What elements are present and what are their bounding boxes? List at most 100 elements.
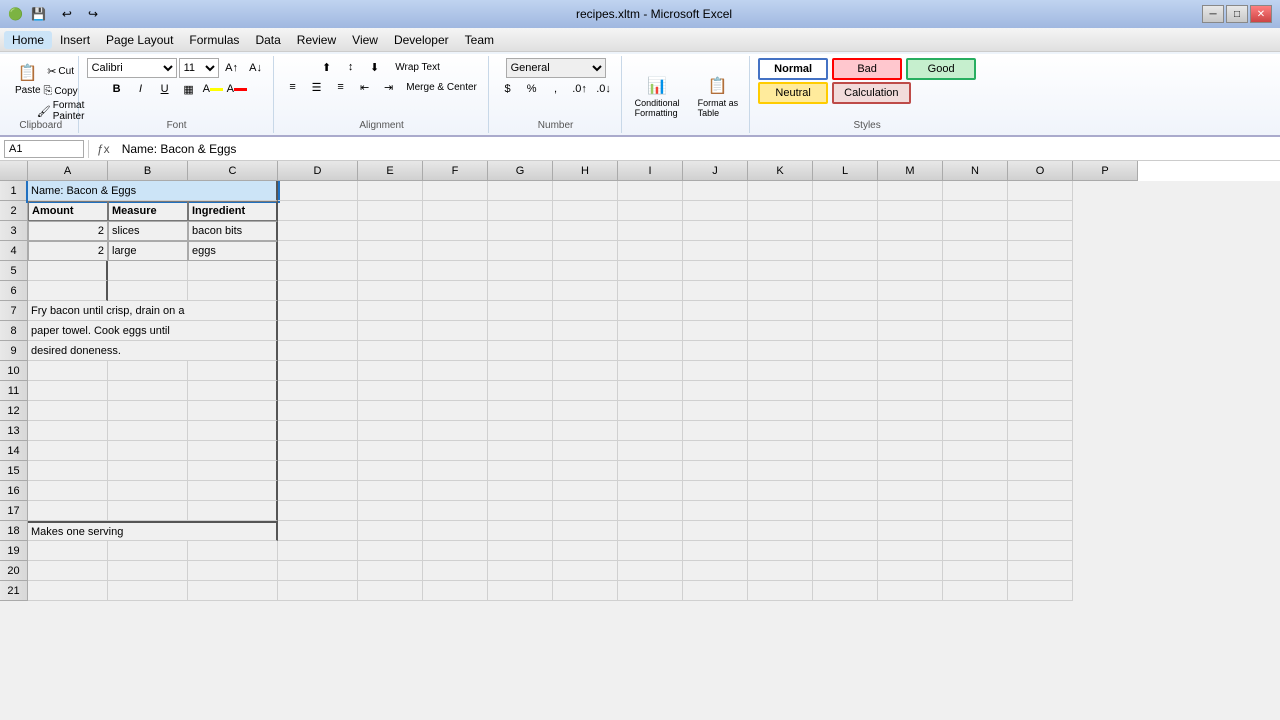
cell-f13[interactable] <box>423 421 488 441</box>
cell-i16[interactable] <box>618 481 683 501</box>
cell-d5[interactable] <box>278 261 358 281</box>
col-header-k[interactable]: K <box>748 161 813 181</box>
col-header-h[interactable]: H <box>553 161 618 181</box>
cell-b10[interactable] <box>108 361 188 381</box>
cell-n8[interactable] <box>943 321 1008 341</box>
cell-g7[interactable] <box>488 301 553 321</box>
row-num-8[interactable]: 8 <box>0 321 28 341</box>
cell-b16[interactable] <box>108 481 188 501</box>
cell-j9[interactable] <box>683 341 748 361</box>
col-header-f[interactable]: F <box>423 161 488 181</box>
col-header-o[interactable]: O <box>1008 161 1073 181</box>
align-bottom-button[interactable]: ⬇ <box>364 58 386 76</box>
decrease-font-button[interactable]: A↓ <box>245 59 267 77</box>
cell-g15[interactable] <box>488 461 553 481</box>
cell-e6[interactable] <box>358 281 423 301</box>
close-button[interactable]: ✕ <box>1250 5 1272 23</box>
menu-formulas[interactable]: Formulas <box>181 31 247 49</box>
cell-e7[interactable] <box>358 301 423 321</box>
cell-f18[interactable] <box>423 521 488 541</box>
style-good[interactable]: Good <box>906 58 976 80</box>
cell-g6[interactable] <box>488 281 553 301</box>
quick-access-undo[interactable]: ↩ <box>62 7 72 21</box>
cell-d4[interactable] <box>278 241 358 261</box>
menu-developer[interactable]: Developer <box>386 31 457 49</box>
cell-i5[interactable] <box>618 261 683 281</box>
cell-n10[interactable] <box>943 361 1008 381</box>
cell-l4[interactable] <box>813 241 878 261</box>
row-num-7[interactable]: 7 <box>0 301 28 321</box>
cell-h8[interactable] <box>553 321 618 341</box>
cell-l3[interactable] <box>813 221 878 241</box>
cell-k11[interactable] <box>748 381 813 401</box>
col-header-m[interactable]: M <box>878 161 943 181</box>
cell-k4[interactable] <box>748 241 813 261</box>
row-num-18[interactable]: 18 <box>0 521 28 541</box>
cell-f12[interactable] <box>423 401 488 421</box>
cell-h10[interactable] <box>553 361 618 381</box>
cell-m7[interactable] <box>878 301 943 321</box>
cell-e2[interactable] <box>358 201 423 221</box>
font-size-select[interactable]: 11 <box>179 58 219 78</box>
cell-m17[interactable] <box>878 501 943 521</box>
cell-o1[interactable] <box>1008 181 1073 201</box>
cell-o6[interactable] <box>1008 281 1073 301</box>
cell-d9[interactable] <box>278 341 358 361</box>
row-num-5[interactable]: 5 <box>0 261 28 281</box>
cell-f2[interactable] <box>423 201 488 221</box>
cell-n14[interactable] <box>943 441 1008 461</box>
cell-d15[interactable] <box>278 461 358 481</box>
cell-i9[interactable] <box>618 341 683 361</box>
cell-o3[interactable] <box>1008 221 1073 241</box>
cell-h14[interactable] <box>553 441 618 461</box>
cell-l16[interactable] <box>813 481 878 501</box>
row-num-12[interactable]: 12 <box>0 401 28 421</box>
cell-g18[interactable] <box>488 521 553 541</box>
row-num-4[interactable]: 4 <box>0 241 28 261</box>
cell-m13[interactable] <box>878 421 943 441</box>
cell-c6[interactable] <box>188 281 278 301</box>
cell-k15[interactable] <box>748 461 813 481</box>
row-num-14[interactable]: 14 <box>0 441 28 461</box>
cell-i18[interactable] <box>618 521 683 541</box>
cell-e4[interactable] <box>358 241 423 261</box>
cell-o13[interactable] <box>1008 421 1073 441</box>
cell-d6[interactable] <box>278 281 358 301</box>
cell-j12[interactable] <box>683 401 748 421</box>
cell-j7[interactable] <box>683 301 748 321</box>
cell-k18[interactable] <box>748 521 813 541</box>
cell-c19[interactable] <box>188 541 278 561</box>
cell-h4[interactable] <box>553 241 618 261</box>
cell-g10[interactable] <box>488 361 553 381</box>
cell-b12[interactable] <box>108 401 188 421</box>
cell-m12[interactable] <box>878 401 943 421</box>
cell-k7[interactable] <box>748 301 813 321</box>
cell-a10[interactable] <box>28 361 108 381</box>
cell-d13[interactable] <box>278 421 358 441</box>
cell-j6[interactable] <box>683 281 748 301</box>
cell-e3[interactable] <box>358 221 423 241</box>
cell-e5[interactable] <box>358 261 423 281</box>
cell-a6[interactable] <box>28 281 108 301</box>
cell-n7[interactable] <box>943 301 1008 321</box>
italic-button[interactable]: I <box>130 80 152 98</box>
cell-o7[interactable] <box>1008 301 1073 321</box>
menu-data[interactable]: Data <box>247 31 288 49</box>
function-icon[interactable]: ƒx <box>93 142 114 156</box>
cell-m15[interactable] <box>878 461 943 481</box>
cell-c3[interactable]: bacon bits <box>188 221 278 241</box>
cell-g16[interactable] <box>488 481 553 501</box>
cell-f4[interactable] <box>423 241 488 261</box>
col-header-p[interactable]: P <box>1073 161 1138 181</box>
cell-a17[interactable] <box>28 501 108 521</box>
cell-j1[interactable] <box>683 181 748 201</box>
cell-d11[interactable] <box>278 381 358 401</box>
col-header-i[interactable]: I <box>618 161 683 181</box>
cell-j18[interactable] <box>683 521 748 541</box>
percent-button[interactable]: % <box>521 80 543 98</box>
cell-f7[interactable] <box>423 301 488 321</box>
cell-k21[interactable] <box>748 581 813 601</box>
fill-color-button[interactable]: A <box>202 80 224 98</box>
cell-m11[interactable] <box>878 381 943 401</box>
cell-i8[interactable] <box>618 321 683 341</box>
